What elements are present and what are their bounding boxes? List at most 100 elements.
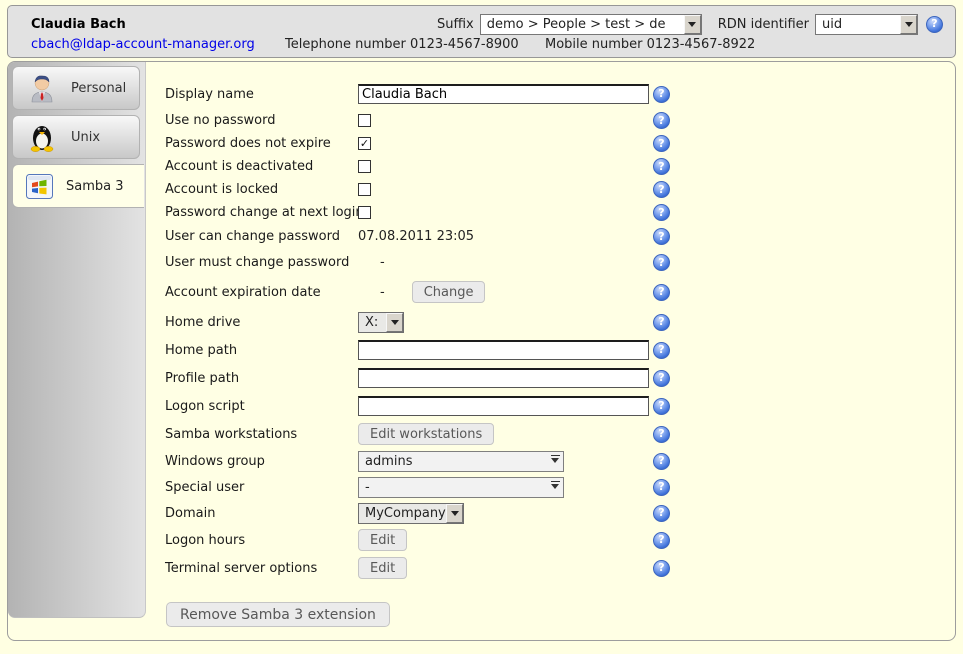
account-locked-label: Account is locked	[165, 182, 358, 197]
display-name-input[interactable]	[358, 84, 649, 104]
form-row-samba-workstations: Samba workstations Edit workstations	[165, 420, 955, 448]
help-icon[interactable]	[653, 505, 670, 522]
account-deactivated-label: Account is deactivated	[165, 159, 358, 174]
tab-samba3-label: Samba 3	[66, 179, 124, 194]
form-row-password-no-expire: Password does not expire ✓	[165, 132, 955, 155]
form-row-logon-script: Logon script	[165, 392, 955, 420]
help-icon[interactable]	[653, 370, 670, 387]
penguin-icon	[26, 121, 58, 153]
help-icon[interactable]	[653, 479, 670, 496]
edit-terminal-server-button[interactable]: Edit	[358, 557, 407, 579]
change-expiration-button[interactable]: Change	[412, 281, 486, 303]
tab-samba3[interactable]: Samba 3	[12, 164, 144, 208]
email-link[interactable]: cbach@ldap-account-manager.org	[31, 37, 255, 52]
rdn-identifier-select[interactable]: uid	[815, 14, 918, 35]
form-row-windows-group: Windows group admins	[165, 448, 955, 474]
domain-label: Domain	[165, 506, 358, 521]
help-icon[interactable]	[653, 228, 670, 245]
account-expiration-value: -	[380, 285, 385, 300]
chevron-down-icon[interactable]	[547, 478, 563, 497]
windows-group-select[interactable]: admins	[358, 451, 564, 472]
samba-workstations-label: Samba workstations	[165, 427, 358, 442]
home-drive-value: X:	[359, 313, 386, 332]
suffix-label: Suffix	[437, 17, 474, 32]
telephone-number: Telephone number 0123-4567-8900	[285, 37, 519, 52]
help-icon[interactable]	[653, 204, 670, 221]
special-user-label: Special user	[165, 480, 358, 495]
content-area: Personal Unix	[7, 61, 956, 641]
home-drive-select[interactable]: X:	[358, 312, 404, 333]
tab-unix[interactable]: Unix	[12, 115, 140, 159]
help-icon[interactable]	[653, 158, 670, 175]
form-row-account-deactivated: Account is deactivated	[165, 155, 955, 178]
help-icon[interactable]	[653, 135, 670, 152]
logon-script-input[interactable]	[358, 396, 649, 416]
windows-group-label: Windows group	[165, 454, 358, 469]
windows-group-value: admins	[359, 452, 547, 471]
password-change-next-login-label: Password change at next login	[165, 205, 358, 220]
help-icon[interactable]	[653, 112, 670, 129]
suffix-select[interactable]: demo > People > test > de	[480, 14, 702, 35]
form-row-home-path: Home path	[165, 336, 955, 364]
account-locked-checkbox[interactable]	[358, 183, 371, 196]
user-can-change-password-label: User can change password	[165, 229, 358, 244]
help-icon[interactable]	[653, 532, 670, 549]
form-row-home-drive: Home drive X:	[165, 308, 955, 336]
help-icon[interactable]	[653, 314, 670, 331]
sidebar: Personal Unix	[8, 62, 146, 618]
tab-unix-label: Unix	[71, 130, 100, 145]
help-icon[interactable]	[926, 16, 943, 33]
help-icon[interactable]	[653, 284, 670, 301]
edit-workstations-button[interactable]: Edit workstations	[358, 423, 494, 445]
user-must-change-password-value: -	[380, 255, 385, 270]
chevron-down-icon[interactable]	[547, 452, 563, 471]
help-icon[interactable]	[653, 426, 670, 443]
profile-path-input[interactable]	[358, 368, 649, 388]
password-no-expire-label: Password does not expire	[165, 136, 358, 151]
header-row-2: cbach@ldap-account-manager.org Telephone…	[8, 35, 955, 57]
account-expiration-label: Account expiration date	[165, 285, 358, 300]
password-no-expire-checkbox[interactable]: ✓	[358, 137, 371, 150]
home-path-input[interactable]	[358, 340, 649, 360]
tab-personal[interactable]: Personal	[12, 66, 140, 110]
help-icon[interactable]	[653, 398, 670, 415]
chevron-down-icon[interactable]	[900, 15, 917, 34]
chevron-down-icon[interactable]	[446, 504, 463, 523]
rdn-identifier-label: RDN identifier	[718, 17, 809, 32]
form-row-use-no-password: Use no password	[165, 109, 955, 132]
profile-path-label: Profile path	[165, 371, 358, 386]
rdn-select-value: uid	[816, 15, 900, 34]
windows-logo-icon	[26, 173, 53, 200]
help-icon[interactable]	[653, 181, 670, 198]
help-icon[interactable]	[653, 254, 670, 271]
edit-logon-hours-button[interactable]: Edit	[358, 529, 407, 551]
domain-select[interactable]: MyCompany	[358, 503, 464, 524]
user-can-change-password-value: 07.08.2011 23:05	[358, 229, 474, 244]
remove-samba3-extension-button[interactable]: Remove Samba 3 extension	[166, 602, 390, 627]
header-row-1: Claudia Bach Suffix demo > People > test…	[8, 6, 955, 35]
header-controls: Suffix demo > People > test > de RDN ide…	[437, 14, 943, 35]
page-title: Claudia Bach	[31, 17, 126, 32]
help-icon[interactable]	[653, 453, 670, 470]
chevron-down-icon[interactable]	[684, 15, 701, 34]
special-user-select[interactable]: -	[358, 477, 564, 498]
help-icon[interactable]	[653, 560, 670, 577]
form-row-logon-hours: Logon hours Edit	[165, 526, 955, 554]
form-row-user-can-change-password: User can change password 07.08.2011 23:0…	[165, 224, 955, 249]
terminal-server-options-label: Terminal server options	[165, 561, 358, 576]
account-deactivated-checkbox[interactable]	[358, 160, 371, 173]
tab-personal-label: Personal	[71, 81, 126, 96]
form-row-display-name: Display name	[165, 79, 955, 109]
special-user-value: -	[359, 478, 547, 497]
password-change-next-login-checkbox[interactable]	[358, 206, 371, 219]
home-path-label: Home path	[165, 343, 358, 358]
form-row-special-user: Special user -	[165, 474, 955, 500]
logon-hours-label: Logon hours	[165, 533, 358, 548]
use-no-password-checkbox[interactable]	[358, 114, 371, 127]
form-row-terminal-server: Terminal server options Edit	[165, 554, 955, 582]
help-icon[interactable]	[653, 86, 670, 103]
form-row-account-expiration: Account expiration date - Change	[165, 276, 955, 308]
chevron-down-icon[interactable]	[386, 313, 403, 332]
form-row-account-locked: Account is locked	[165, 178, 955, 201]
help-icon[interactable]	[653, 342, 670, 359]
